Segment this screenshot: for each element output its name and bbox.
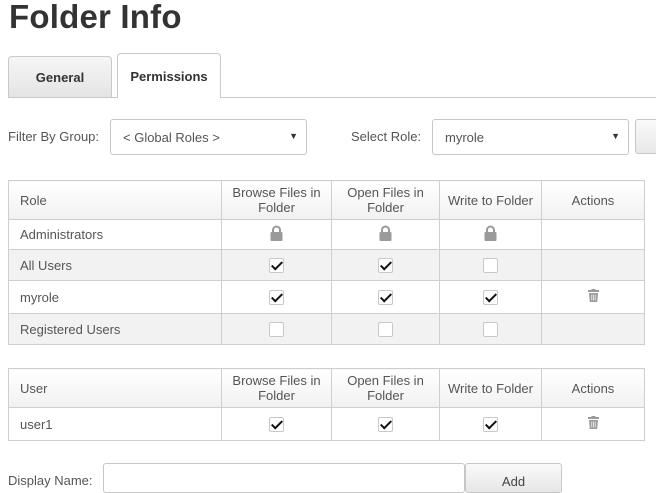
tab-general[interactable]: General (8, 56, 112, 97)
row-name: user1 (8, 407, 222, 441)
lock-icon (484, 225, 497, 244)
write-checkbox[interactable] (483, 258, 498, 274)
open-checkbox[interactable] (378, 322, 393, 338)
write-cell (439, 313, 542, 345)
role-permissions-table: Role Browse Files in Folder Open Files i… (8, 180, 645, 345)
write-cell (439, 249, 542, 281)
filter-group-value: < Global Roles > (123, 129, 220, 145)
browse-cell (221, 313, 332, 345)
filter-group-label: Filter By Group: (8, 129, 100, 144)
write-cell (439, 280, 542, 314)
actions-cell (541, 280, 645, 314)
open-cell (331, 313, 440, 345)
browse-cell (221, 219, 332, 250)
browse-checkbox[interactable] (269, 258, 284, 274)
col-header-user: User (8, 368, 222, 408)
actions-cell (541, 313, 645, 345)
write-cell (439, 219, 542, 250)
write-checkbox[interactable] (483, 322, 498, 338)
table-row: myrole (8, 280, 645, 314)
col-header-open: Open Files in Folder (331, 180, 440, 220)
row-name: myrole (8, 280, 222, 314)
filter-group-select[interactable]: < Global Roles > ▼ (110, 119, 307, 155)
caret-down-icon: ▼ (611, 131, 620, 141)
col-header-browse: Browse Files in Folder (221, 368, 332, 408)
col-header-role: Role (8, 180, 222, 220)
open-cell (331, 407, 440, 441)
actions-cell (541, 249, 645, 281)
select-role-select[interactable]: myrole ▼ (432, 119, 629, 155)
browse-cell (221, 249, 332, 281)
page-title: Folder Info (9, 0, 182, 35)
actions-cell (541, 219, 645, 250)
col-header-actions: Actions (541, 368, 645, 408)
browse-cell (221, 407, 332, 441)
user-permissions-table: User Browse Files in Folder Open Files i… (8, 368, 645, 441)
write-checkbox[interactable] (483, 417, 498, 433)
write-checkbox[interactable] (483, 290, 498, 306)
open-cell (331, 280, 440, 314)
tab-bar: General Permissions (8, 53, 656, 98)
display-name-input[interactable] (103, 463, 465, 493)
row-name: Administrators (8, 219, 222, 250)
lock-icon (270, 225, 283, 244)
row-name: All Users (8, 249, 222, 281)
open-cell (331, 249, 440, 281)
trash-icon[interactable] (587, 416, 599, 432)
col-header-write: Write to Folder (439, 180, 542, 220)
browse-checkbox[interactable] (269, 417, 284, 433)
table-row: All Users (8, 249, 645, 281)
table-row: Registered Users (8, 313, 645, 345)
row-name: Registered Users (8, 313, 222, 345)
open-cell (331, 219, 440, 250)
open-checkbox[interactable] (378, 258, 393, 274)
col-header-write: Write to Folder (439, 368, 542, 408)
table-header-row: User Browse Files in Folder Open Files i… (8, 368, 645, 408)
table-row: Administrators (8, 219, 645, 250)
add-role-button[interactable] (635, 119, 656, 154)
browse-cell (221, 280, 332, 314)
caret-down-icon: ▼ (289, 131, 298, 141)
add-button[interactable]: Add (465, 463, 562, 493)
table-row: user1 (8, 407, 645, 441)
table-header-row: Role Browse Files in Folder Open Files i… (8, 180, 645, 220)
trash-icon[interactable] (587, 289, 599, 305)
col-header-browse: Browse Files in Folder (221, 180, 332, 220)
select-role-value: myrole (445, 129, 485, 145)
actions-cell (541, 407, 645, 441)
open-checkbox[interactable] (378, 290, 393, 306)
col-header-actions: Actions (541, 180, 645, 220)
col-header-open: Open Files in Folder (331, 368, 440, 408)
open-checkbox[interactable] (378, 417, 393, 433)
lock-icon (379, 225, 392, 244)
write-cell (439, 407, 542, 441)
tab-permissions[interactable]: Permissions (117, 53, 221, 98)
tab-divider (8, 97, 656, 98)
browse-checkbox[interactable] (269, 322, 284, 338)
select-role-label: Select Role: (351, 129, 422, 144)
browse-checkbox[interactable] (269, 290, 284, 306)
